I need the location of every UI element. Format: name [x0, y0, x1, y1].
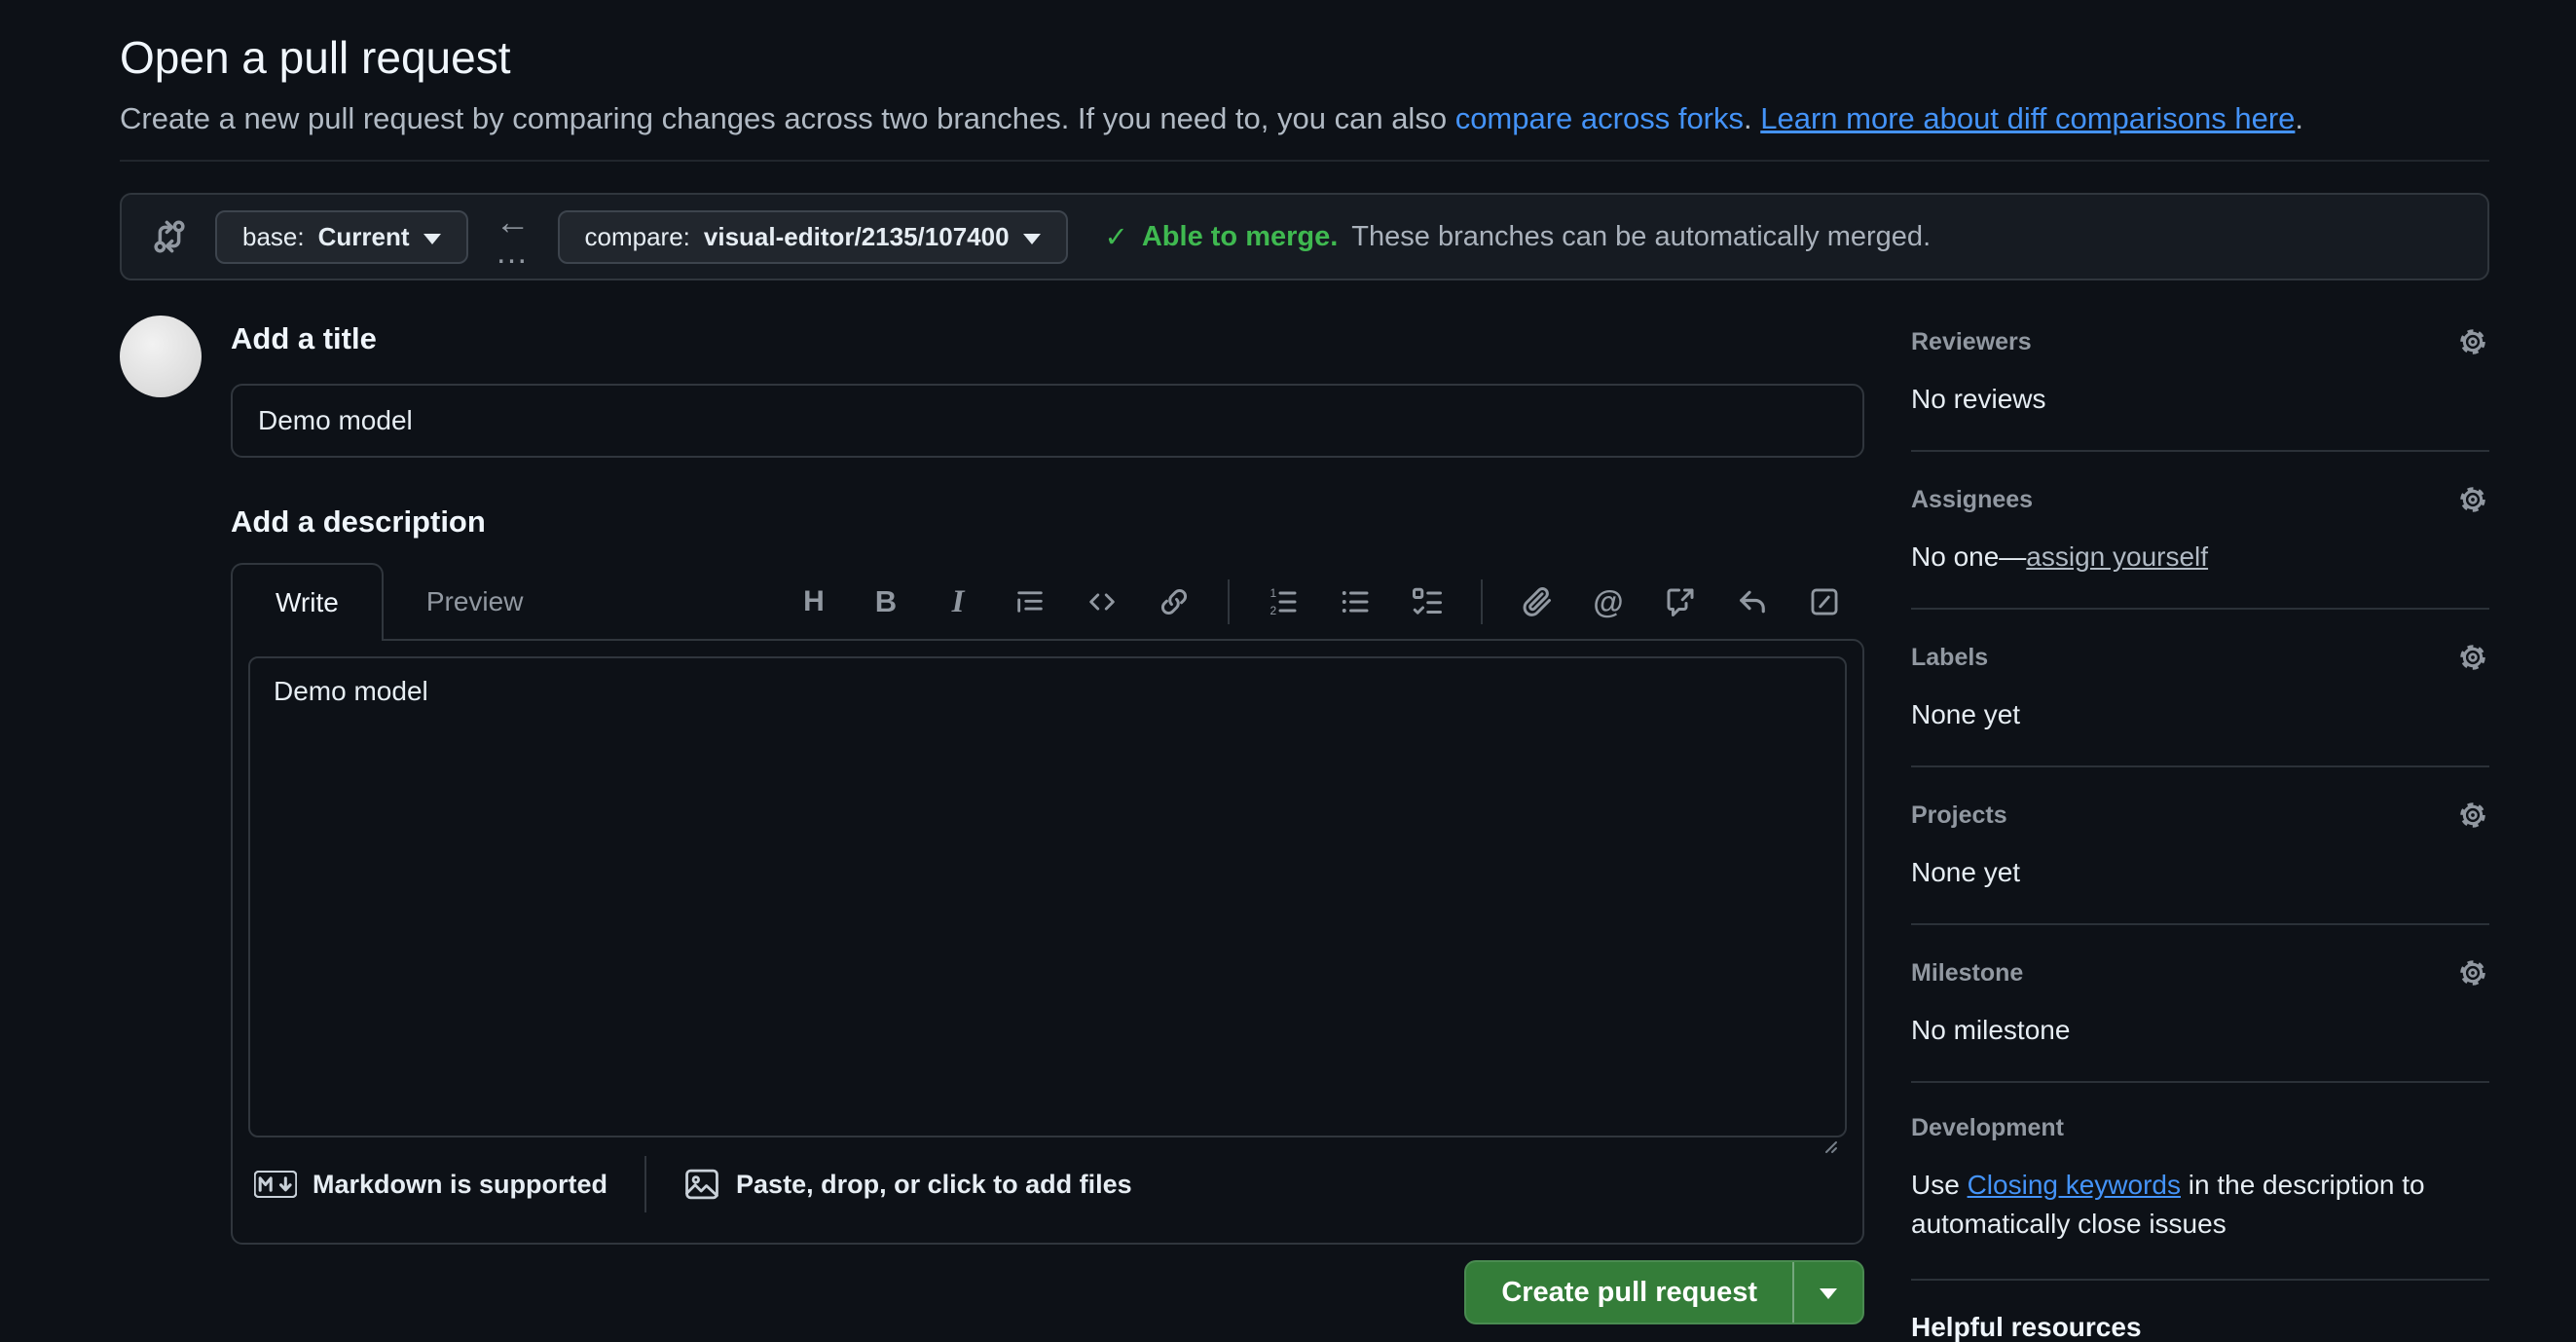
chevron-down-icon — [1023, 234, 1041, 244]
heading-icon[interactable]: H — [795, 580, 832, 623]
svg-text:1: 1 — [1270, 586, 1277, 600]
saved-replies-icon[interactable] — [1806, 580, 1843, 623]
base-branch-selector[interactable]: base: Current — [215, 210, 468, 264]
compare-across-forks-link[interactable]: compare across forks — [1455, 101, 1744, 135]
git-compare-icon — [149, 216, 190, 257]
code-icon[interactable] — [1084, 580, 1121, 623]
merge-status-text: Able to merge. — [1142, 221, 1338, 253]
sidebar-section-assignees: Assignees No one—assign yourself — [1911, 452, 2489, 610]
editor-tabs: Write Preview H B I — [231, 563, 1864, 641]
subtitle-period: . — [2295, 101, 2303, 135]
description-field-label: Add a description — [231, 504, 1864, 540]
title-field-label: Add a title — [231, 321, 1864, 356]
reviewers-heading: Reviewers — [1911, 328, 2032, 356]
quote-icon[interactable] — [1012, 580, 1049, 623]
image-icon — [683, 1168, 720, 1201]
compare-label: compare: — [585, 222, 690, 252]
compare-branch-selector[interactable]: compare: visual-editor/2135/107400 — [558, 210, 1068, 264]
subtitle-text: Create a new pull request by comparing c… — [120, 101, 1455, 135]
bold-icon[interactable]: B — [867, 580, 904, 623]
merge-status: ✓ Able to merge. These branches can be a… — [1105, 220, 1932, 254]
sidebar-section-labels: Labels None yet — [1911, 610, 2489, 767]
sidebar-section-helpful-resources: Helpful resources GitHub Community Guide… — [1911, 1281, 2489, 1342]
numbered-list-icon[interactable]: 12 — [1265, 580, 1302, 623]
sidebar-section-reviewers: Reviewers No reviews — [1911, 312, 2489, 452]
base-label: base: — [242, 222, 305, 252]
projects-value: None yet — [1911, 857, 2489, 888]
projects-heading: Projects — [1911, 801, 2007, 830]
closing-keywords-link[interactable]: Closing keywords — [1968, 1170, 2181, 1200]
open-pull-request-page: Open a pull request Create a new pull re… — [0, 0, 2576, 1342]
assign-yourself-link[interactable]: assign yourself — [2026, 541, 2208, 572]
tab-preview[interactable]: Preview — [384, 563, 567, 641]
assignees-heading: Assignees — [1911, 486, 2033, 514]
bullet-list-icon[interactable] — [1337, 580, 1374, 623]
chevron-down-icon — [1820, 1288, 1837, 1299]
avatar — [120, 316, 202, 397]
mention-icon[interactable]: @ — [1590, 580, 1627, 623]
create-pull-request-button[interactable]: Create pull request — [1466, 1262, 1792, 1323]
branch-compare-bar: base: Current ← … compare: visual-editor… — [120, 193, 2489, 280]
gear-icon[interactable] — [2456, 956, 2489, 989]
milestone-value: No milestone — [1911, 1015, 2489, 1046]
labels-value: None yet — [1911, 699, 2489, 730]
development-text: Use — [1911, 1170, 1968, 1200]
milestone-heading: Milestone — [1911, 959, 2023, 988]
editor-body: Demo model Markdown is supported — [231, 639, 1864, 1245]
toolbar-divider — [1228, 579, 1230, 624]
assignees-value: No one— — [1911, 541, 2026, 572]
pr-sidebar: Reviewers No reviews Assignees No one—as… — [1911, 312, 2489, 1342]
labels-heading: Labels — [1911, 644, 1988, 672]
compare-direction-arrow: ← … — [496, 205, 531, 269]
toolbar-divider — [1481, 579, 1483, 624]
sidebar-section-milestone: Milestone No milestone — [1911, 925, 2489, 1083]
page-title: Open a pull request — [120, 31, 2489, 84]
paste-note-text: Paste, drop, or click to add files — [736, 1170, 1132, 1200]
subtitle-separator: . — [1744, 101, 1760, 135]
italic-icon[interactable]: I — [939, 580, 976, 623]
tasklist-icon[interactable] — [1409, 580, 1446, 623]
pr-title-input[interactable] — [231, 384, 1864, 458]
gear-icon[interactable] — [2456, 325, 2489, 358]
merge-status-detail: These branches can be automatically merg… — [1351, 221, 1931, 253]
create-pull-request-dropdown[interactable] — [1792, 1262, 1862, 1323]
learn-more-diff-link[interactable]: Learn more about diff comparisons here — [1760, 101, 2295, 135]
footer-divider — [644, 1156, 646, 1212]
markdown-note-text: Markdown is supported — [313, 1170, 607, 1200]
paperclip-icon[interactable] — [1518, 580, 1555, 623]
markdown-editor: Write Preview H B I — [231, 563, 1864, 1245]
markdown-supported-link[interactable]: Markdown is supported — [254, 1170, 607, 1200]
base-branch-name: Current — [318, 222, 410, 252]
cross-reference-icon[interactable] — [1662, 580, 1699, 623]
gear-icon[interactable] — [2456, 799, 2489, 832]
link-icon[interactable] — [1156, 580, 1193, 623]
create-pull-request-split-button: Create pull request — [1464, 1260, 1864, 1324]
sidebar-section-development: Development Use Closing keywords in the … — [1911, 1083, 2489, 1281]
sidebar-section-projects: Projects None yet — [1911, 767, 2489, 925]
chevron-down-icon — [423, 234, 441, 244]
helpful-resources-heading: Helpful resources — [1911, 1312, 2489, 1342]
svg-text:2: 2 — [1270, 604, 1277, 617]
ellipsis-icon: … — [496, 236, 531, 269]
page-subtitle: Create a new pull request by comparing c… — [120, 101, 2489, 162]
reviewers-value: No reviews — [1911, 384, 2489, 415]
attach-files-button[interactable]: Paste, drop, or click to add files — [683, 1168, 1132, 1201]
formatting-toolbar: H B I — [795, 563, 1864, 641]
gear-icon[interactable] — [2456, 483, 2489, 516]
pr-description-textarea[interactable]: Demo model — [248, 656, 1847, 1137]
gear-icon[interactable] — [2456, 641, 2489, 674]
markdown-icon — [254, 1171, 297, 1198]
tab-write[interactable]: Write — [231, 563, 384, 641]
compare-branch-name: visual-editor/2135/107400 — [704, 222, 1010, 252]
action-row: Create pull request — [231, 1260, 1864, 1324]
editor-footer: Markdown is supported Paste, drop, or cl… — [248, 1141, 1847, 1227]
reply-icon[interactable] — [1734, 580, 1771, 623]
check-icon: ✓ — [1105, 220, 1128, 254]
development-heading: Development — [1911, 1114, 2064, 1142]
